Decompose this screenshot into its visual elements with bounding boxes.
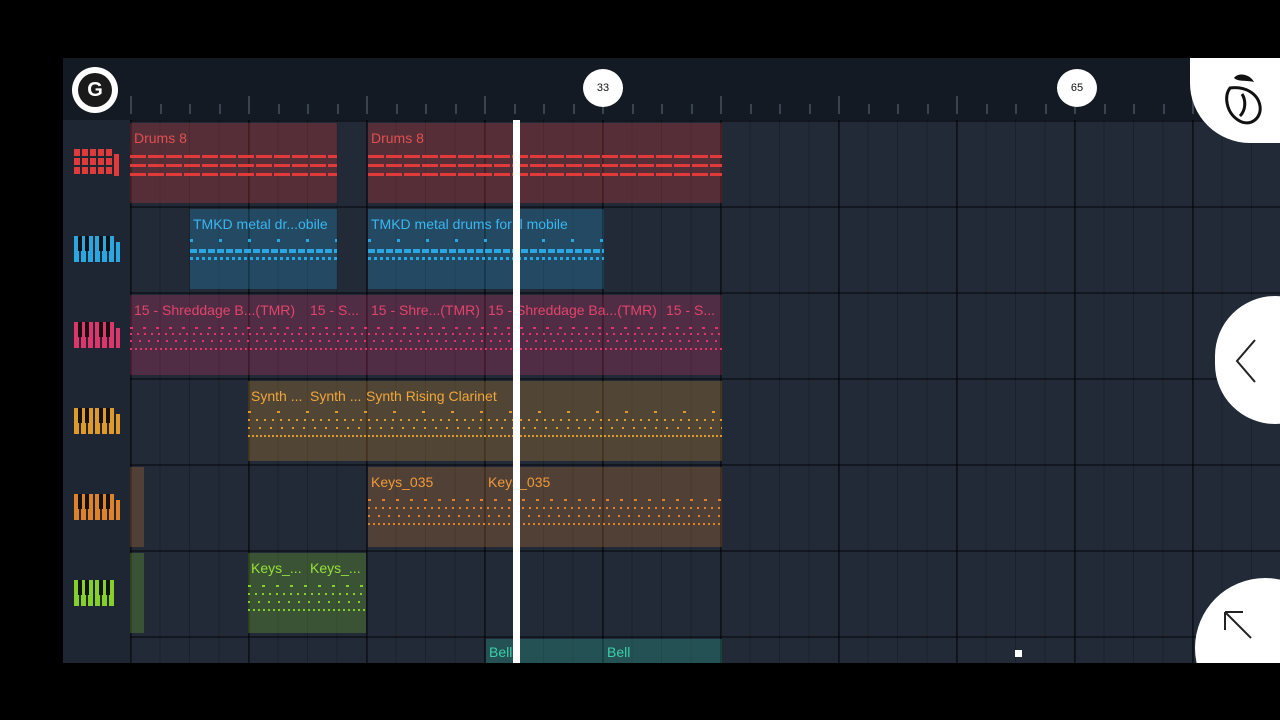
track-5-header[interactable]	[63, 464, 130, 550]
ruler-tick	[838, 96, 840, 114]
ruler-tick	[1133, 104, 1135, 114]
ruler-tick	[926, 104, 929, 114]
ruler-tick	[1103, 104, 1106, 114]
clip-label: Synth Rising Clarinet	[366, 388, 497, 404]
selection-handle[interactable]	[1015, 650, 1022, 657]
clip-label: Drums 8	[371, 130, 424, 146]
ruler-tick	[985, 104, 988, 114]
clip-label: Synth ...	[310, 388, 362, 404]
piano-icon	[73, 494, 120, 520]
pattern-clip-drums[interactable]: Drums 8	[368, 123, 722, 203]
drum-pads-icon	[73, 149, 119, 176]
ruler-tick	[1162, 104, 1165, 114]
pattern-clip-keys-green[interactable]: Keys_... Keys_...	[248, 553, 366, 633]
pattern-clip-tmkd[interactable]: TMKD metal drums for fl mobile	[368, 209, 604, 289]
ruler-tick	[631, 104, 634, 114]
ruler-tick	[779, 104, 781, 114]
ruler-tick	[454, 104, 457, 114]
ruler-ticks	[130, 88, 1280, 114]
playlist-grid[interactable]: Drums 8 Drums 8 TMKD metal dr...obile TM…	[130, 120, 1280, 663]
clip-label: Bell	[489, 644, 513, 660]
ruler-tick	[307, 104, 309, 114]
clip-label: Keys_...	[310, 560, 361, 576]
clip-label: Synth ...	[251, 388, 303, 404]
magnet-icon: G	[78, 73, 112, 107]
ruler-tick	[661, 104, 663, 114]
ruler-tick	[336, 104, 339, 114]
clip-label: Bell	[607, 644, 631, 660]
clip-label: 15 - S...	[310, 302, 360, 318]
clip-label: Keys_...	[251, 560, 302, 576]
track-3-header[interactable]	[63, 292, 130, 378]
clip-label: TMKD metal drums for fl mobile	[371, 216, 568, 232]
magnet-snap-button[interactable]: G	[72, 67, 118, 113]
ruler-tick	[366, 96, 368, 114]
track-4-header[interactable]	[63, 378, 130, 464]
ruler-tick	[897, 104, 899, 114]
bar-marker-65[interactable]: 65	[1057, 69, 1097, 107]
pattern-clip-tmkd[interactable]: TMKD metal dr...obile	[190, 209, 337, 289]
piano-icon	[73, 580, 114, 606]
piano-icon	[73, 322, 120, 348]
bar-marker-33[interactable]: 33	[583, 69, 623, 107]
track-header-column	[63, 120, 130, 663]
ruler-tick	[543, 104, 545, 114]
ruler-tick	[248, 96, 250, 114]
pattern-clip-keys-stub[interactable]	[130, 467, 144, 547]
ruler-tick	[1015, 104, 1017, 114]
ruler-tick	[395, 104, 398, 114]
playlist-window: G 33 65 Drums 8 Drums 8 TMKD metal dr...…	[63, 58, 1280, 663]
clip-label: Drums 8	[134, 130, 187, 146]
chevron-left-icon	[1235, 339, 1256, 383]
pattern-clip-synth[interactable]: Synth ... Synth ... Synth Rising Clarine…	[248, 381, 722, 461]
piano-icon	[73, 236, 120, 262]
piano-icon	[73, 408, 120, 434]
pattern-clip-shreddage[interactable]: 15 - Shreddage B...(TMR) 15 - S... 15 - …	[130, 295, 722, 375]
playhead[interactable]	[513, 120, 520, 663]
ruler-tick	[749, 104, 752, 114]
ruler-tick	[484, 96, 486, 114]
ruler-tick	[956, 96, 958, 114]
ruler-tick	[690, 104, 693, 114]
clip-label: TMKD metal dr...obile	[193, 216, 328, 232]
ruler-tick	[277, 104, 280, 114]
ruler-tick	[572, 104, 575, 114]
timeline-ruler[interactable]: G 33 65	[63, 58, 1280, 120]
track-1-header[interactable]	[63, 120, 130, 206]
ruler-tick	[720, 96, 722, 114]
track-6-header[interactable]	[63, 550, 130, 636]
fruit-logo-icon	[1225, 74, 1262, 125]
arrow-up-left-icon	[1224, 611, 1252, 639]
pattern-clip-drums[interactable]: Drums 8	[130, 123, 337, 203]
clip-label: 15 - S...	[666, 302, 716, 318]
ruler-tick	[867, 104, 870, 114]
ruler-tick	[218, 104, 221, 114]
ruler-tick	[425, 104, 427, 114]
ruler-tick	[1044, 104, 1047, 114]
pattern-clip-keys-green-stub[interactable]	[130, 553, 144, 633]
pattern-clip-keys[interactable]: Keys_035 Keys_035	[368, 467, 722, 547]
clip-label: Keys_035	[371, 474, 434, 490]
pattern-clip-bell[interactable]: Bell Bell	[486, 639, 722, 663]
ruler-tick	[513, 104, 516, 114]
track-2-header[interactable]	[63, 206, 130, 292]
ruler-tick	[130, 96, 132, 114]
ruler-tick	[159, 104, 162, 114]
clip-label: 15 - Shreddage B...(TMR)	[134, 302, 296, 318]
ruler-tick	[808, 104, 811, 114]
clip-label: 15 - Shre...(TMR)	[371, 302, 480, 318]
ruler-tick	[189, 104, 191, 114]
